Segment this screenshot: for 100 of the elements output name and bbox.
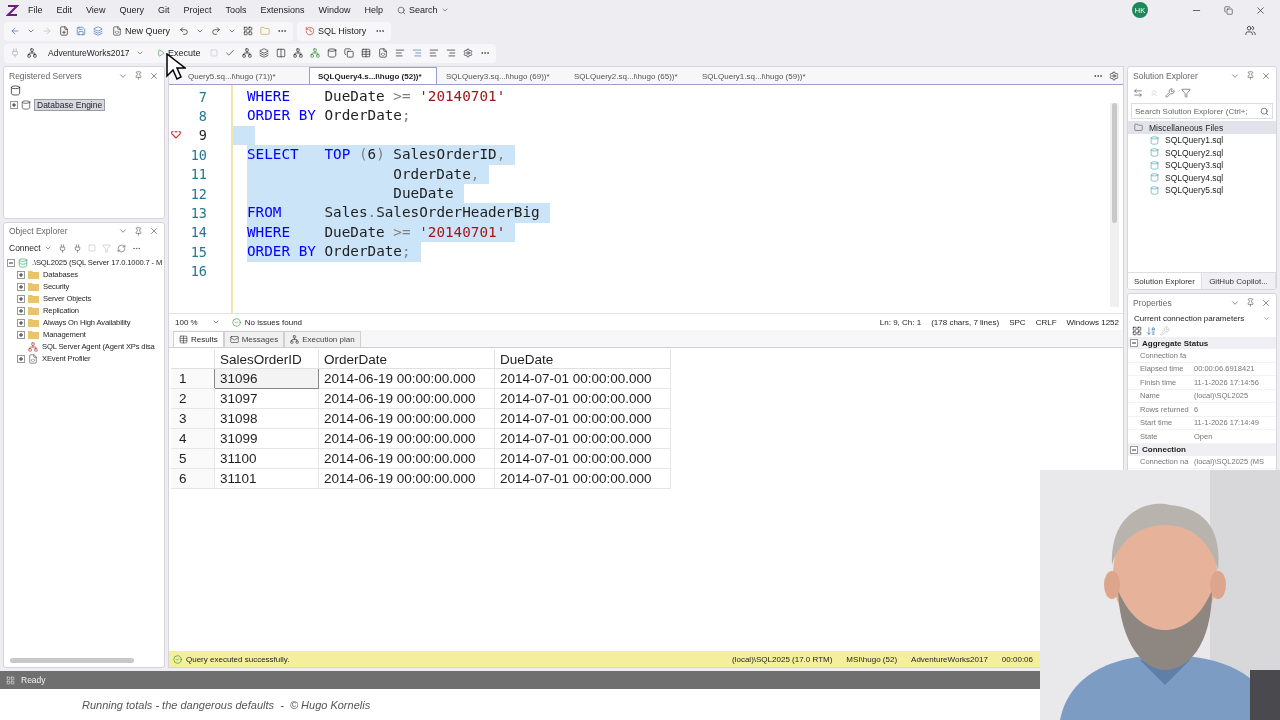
estimated-plan-icon[interactable] [292, 48, 303, 58]
collapse-icon[interactable] [1130, 339, 1138, 348]
uncomment-icon[interactable] [411, 48, 422, 58]
connect-icon[interactable] [27, 48, 37, 58]
expand-icon[interactable] [17, 282, 25, 291]
collapse-icon[interactable] [1130, 445, 1138, 454]
settings-icon[interactable] [1109, 70, 1119, 81]
outdent-icon[interactable] [428, 48, 439, 58]
result-tab[interactable]: Results [173, 331, 224, 347]
undo-icon[interactable] [179, 26, 189, 36]
dropdown-icon[interactable] [228, 27, 236, 35]
execute-button[interactable]: Execute [155, 45, 203, 61]
server-type-icon[interactable] [10, 85, 21, 96]
back-icon[interactable] [10, 26, 20, 36]
row-number: 4 [171, 428, 215, 449]
menu-item[interactable]: Git [152, 3, 175, 17]
document-tab[interactable]: SQLQuery1.sq...l\hugo (59))* [693, 67, 821, 84]
result-tab[interactable]: Messages [223, 331, 285, 347]
tree-item[interactable]: SQLQuery1.sql [1162, 134, 1227, 147]
menu-item[interactable]: Query [114, 3, 149, 17]
sql-file-icon [1150, 135, 1159, 145]
tree-item[interactable]: Database Engine [34, 99, 106, 111]
object-dropdown[interactable]: Current connection parameters [1128, 311, 1276, 326]
menu-item[interactable]: Edit [51, 3, 78, 17]
menu-item[interactable]: Extensions [255, 3, 310, 17]
connect-button[interactable]: Connect [9, 240, 52, 257]
expand-icon[interactable] [17, 318, 25, 327]
people-icon[interactable] [1245, 24, 1256, 36]
pin-icon[interactable] [134, 226, 143, 236]
pin-icon[interactable] [1246, 71, 1255, 80]
redo-icon[interactable] [211, 26, 221, 36]
save-all-icon[interactable] [93, 26, 103, 36]
menu-item[interactable]: File [23, 3, 48, 17]
restore-icon[interactable] [1223, 5, 1233, 15]
server-name: (local)\SQL2025 (17.0 RTM) [732, 654, 833, 664]
dropdown-icon[interactable] [27, 27, 35, 35]
results-grid-icon[interactable] [360, 48, 371, 58]
column-header[interactable]: DueDate [494, 350, 671, 369]
expand-icon[interactable] [17, 330, 25, 339]
actual-plan-icon[interactable] [309, 48, 320, 58]
panel-tab[interactable]: GitHub Copilot... [1202, 273, 1276, 290]
search-menu[interactable]: Search [392, 3, 454, 17]
plan-icon[interactable] [241, 48, 252, 58]
search-field[interactable]: Search Solution Explorer (Ctrl+; [1131, 103, 1273, 119]
document-tab[interactable]: SQLQuery2.sq...l\hugo (65))* [565, 67, 693, 84]
document-tab[interactable]: SQLQuery3.sq...l\hugo (69))* [437, 67, 565, 84]
dropdown-icon[interactable] [196, 27, 204, 35]
pin-icon[interactable] [1246, 298, 1255, 308]
close-icon[interactable] [149, 226, 159, 237]
column-header[interactable]: SalesOrderID [214, 350, 319, 369]
categorized-icon[interactable] [1132, 326, 1142, 337]
grid-icon[interactable] [243, 26, 253, 36]
issues-status[interactable]: No issues found [231, 317, 303, 327]
options-icon[interactable] [462, 48, 473, 58]
menu-item[interactable]: Window [313, 3, 356, 17]
panel-tab[interactable]: Solution Explorer [1128, 273, 1202, 290]
vertical-scrollbar[interactable] [1110, 103, 1119, 307]
sync-icon[interactable] [1133, 87, 1143, 98]
new-file-icon[interactable] [59, 26, 69, 36]
disconnect-icon[interactable] [72, 243, 82, 253]
close-icon[interactable] [1254, 4, 1266, 16]
close-icon[interactable] [1261, 297, 1271, 308]
new-query-button[interactable]: New Query [110, 23, 172, 39]
open-folder-icon[interactable] [260, 26, 270, 36]
parse-icon[interactable] [224, 48, 235, 58]
result-tab[interactable]: Execution plan [284, 331, 361, 347]
expand-icon[interactable] [17, 270, 25, 279]
collapse-icon[interactable] [7, 258, 15, 267]
expand-icon[interactable] [10, 101, 18, 109]
tree-item[interactable]: SQLQuery2.sql [1162, 146, 1227, 159]
column-header[interactable]: OrderDate [318, 350, 495, 369]
zoom-dropdown[interactable]: 100 % [173, 317, 222, 327]
layout-icon[interactable] [275, 48, 286, 58]
expand-icon[interactable] [17, 294, 25, 303]
refresh-icon[interactable] [116, 243, 126, 253]
tree-item[interactable]: SQLQuery3.sql [1162, 159, 1227, 172]
status-icon [6, 675, 15, 685]
connect-icon[interactable] [57, 243, 67, 253]
copy-icon[interactable] [343, 48, 354, 58]
indent-icon[interactable] [445, 48, 456, 58]
results-file-icon[interactable] [377, 48, 388, 58]
horizontal-scrollbar[interactable] [10, 658, 134, 663]
save-icon[interactable] [76, 26, 86, 36]
menu-item[interactable]: Help [359, 3, 388, 17]
results-icon[interactable] [258, 48, 269, 58]
close-icon[interactable] [149, 70, 159, 81]
menu-item[interactable]: View [81, 3, 111, 17]
filter-icon[interactable] [1181, 87, 1191, 98]
tree-item[interactable]: SQLQuery4.sql [1162, 171, 1227, 184]
pin-icon[interactable] [134, 71, 143, 80]
properties-icon[interactable] [1165, 87, 1175, 98]
expand-icon[interactable] [17, 354, 25, 363]
comment-icon[interactable] [394, 48, 405, 58]
tree-item[interactable]: SQLQuery5.sql [1162, 184, 1227, 197]
document-tab[interactable]: SQLQuery4.s...l\hugo (52))* [309, 67, 437, 84]
expand-icon[interactable] [17, 306, 25, 315]
close-icon[interactable] [1261, 70, 1271, 81]
menu-item[interactable]: Tools [220, 3, 252, 17]
stats-icon[interactable] [326, 48, 337, 58]
menu-item[interactable]: Project [178, 3, 217, 17]
